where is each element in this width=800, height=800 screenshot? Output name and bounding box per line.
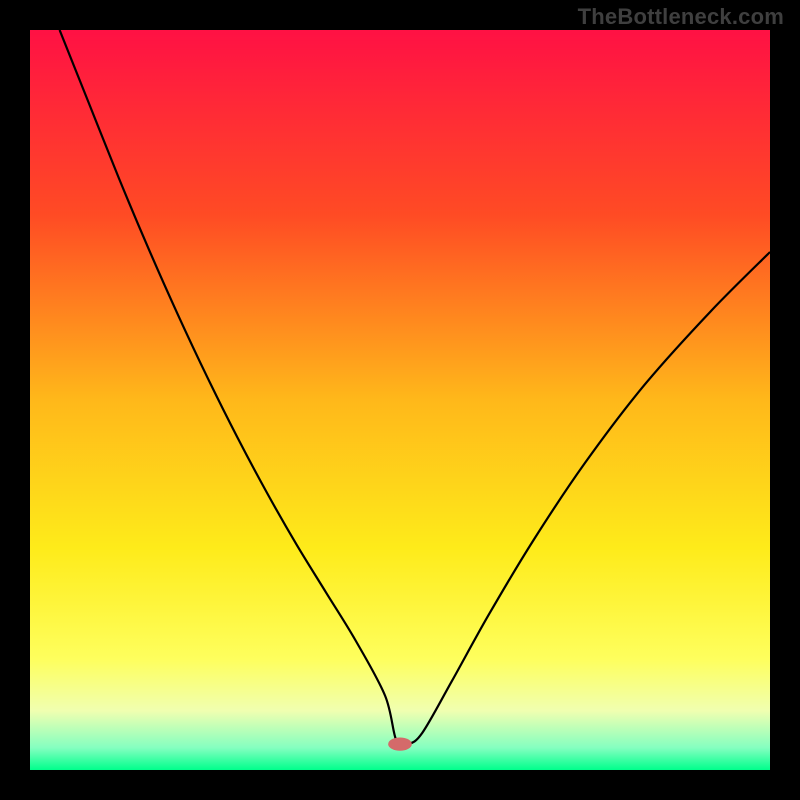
chart-frame: TheBottleneck.com [0, 0, 800, 800]
chart-background [30, 30, 770, 770]
sweet-spot-marker [388, 737, 412, 750]
watermark-text: TheBottleneck.com [578, 4, 784, 30]
bottleneck-chart [30, 30, 770, 770]
